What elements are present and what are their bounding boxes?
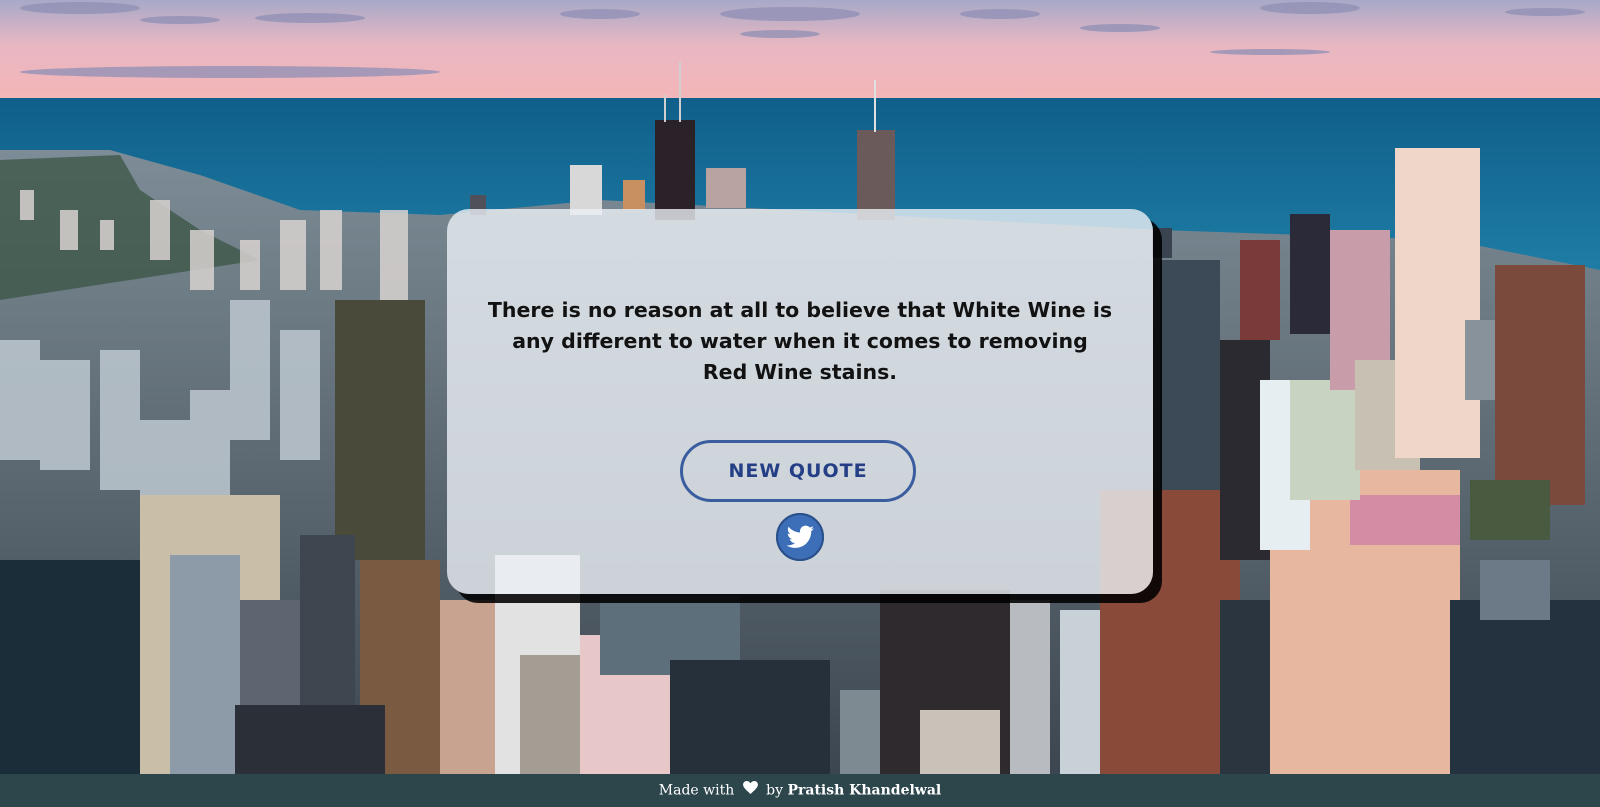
footer-by: by [766, 782, 784, 799]
footer-prefix: Made with [658, 782, 735, 799]
twitter-bird-icon [776, 513, 824, 561]
heart-icon [742, 774, 758, 807]
page: There is no reason at all to believe tha… [0, 0, 1600, 807]
footer: Made with by Pratish Khandelwal [0, 774, 1600, 807]
quote-card: There is no reason at all to believe tha… [447, 209, 1153, 594]
new-quote-button[interactable]: NEW QUOTE [680, 440, 916, 502]
quote-text: There is no reason at all to believe tha… [487, 298, 1113, 384]
tweet-quote-button[interactable] [774, 511, 826, 563]
footer-author: Pratish Khandelwal [787, 782, 942, 799]
